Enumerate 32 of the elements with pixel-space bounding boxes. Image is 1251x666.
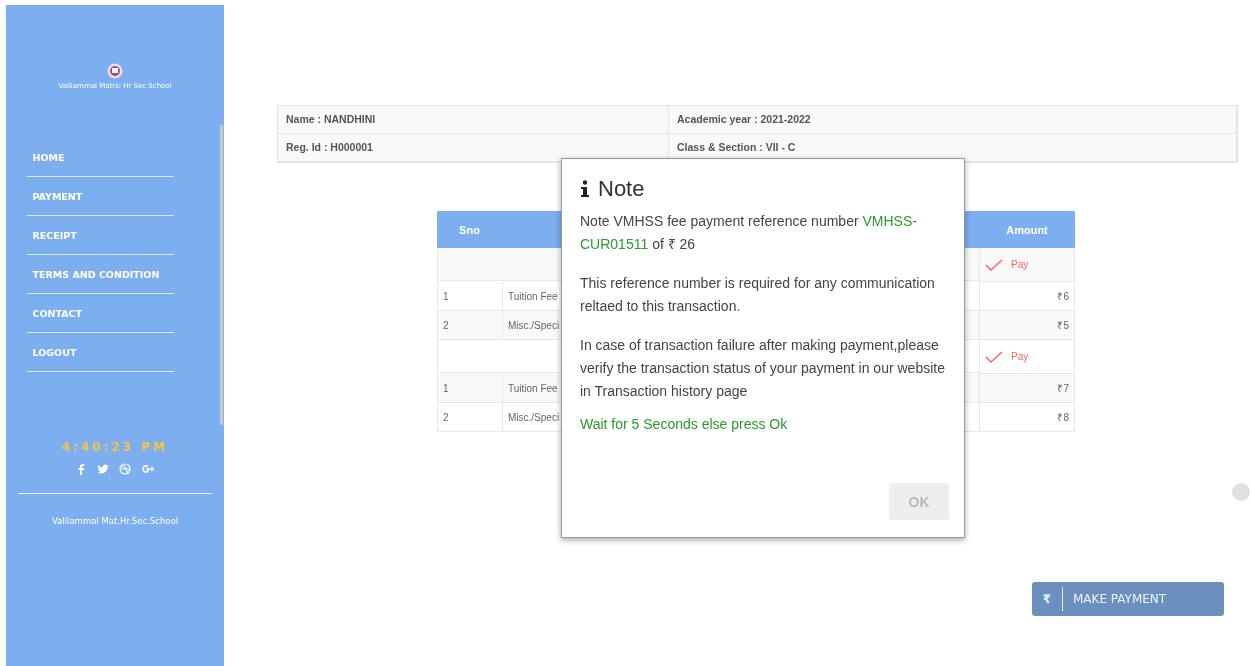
ball-icon[interactable] [118, 463, 131, 475]
nav-item[interactable]: HOME [26, 138, 174, 177]
nav-item[interactable]: PAYMENT [26, 177, 174, 216]
nav-item[interactable]: LOGOUT [26, 333, 174, 372]
nav-item[interactable]: RECEIPT [26, 216, 174, 255]
crest-icon [107, 63, 123, 79]
info-icon [580, 179, 590, 198]
table-cell: 1 [437, 374, 502, 403]
bird-icon[interactable] [96, 463, 109, 475]
message-text: Note VMHSS fee payment reference number VMHSS-CUR01511 of ₹ 26 [580, 212, 918, 254]
column-header: Sno [437, 211, 502, 248]
circle-button[interactable] [1232, 483, 1250, 501]
table-cell: Academic year : 2021-2022 [669, 106, 1237, 134]
table-cell: 2 [437, 311, 502, 340]
scrollbar[interactable] [220, 125, 223, 425]
clock: 4:40:23 PM [61, 440, 169, 454]
school-name: Valliammal Mat.Hr.Sec.School [51, 516, 179, 526]
table-cell: Name : NANDHINI [278, 106, 669, 134]
check-icon [985, 257, 1003, 272]
countdown-text: Wait for 5 Seconds else press Ok [580, 415, 789, 434]
nav-item[interactable]: TERMS AND CONDITION [26, 255, 174, 294]
g-plus-icon[interactable] [140, 463, 156, 475]
dialog-title: Note [598, 177, 645, 200]
nav-item[interactable]: CONTACT [26, 294, 174, 333]
column-header: Amount [979, 211, 1075, 248]
table-cell: ₹8 [979, 403, 1075, 432]
table-cell: ₹5 [979, 311, 1075, 340]
pay-link[interactable]: Pay [979, 248, 1075, 282]
make-payment-button[interactable]: ₹ MAKE PAYMENT [1032, 582, 1224, 616]
table-cell: 2 [437, 403, 502, 432]
check-icon [985, 349, 1003, 364]
table-cell: ₹7 [979, 374, 1075, 403]
